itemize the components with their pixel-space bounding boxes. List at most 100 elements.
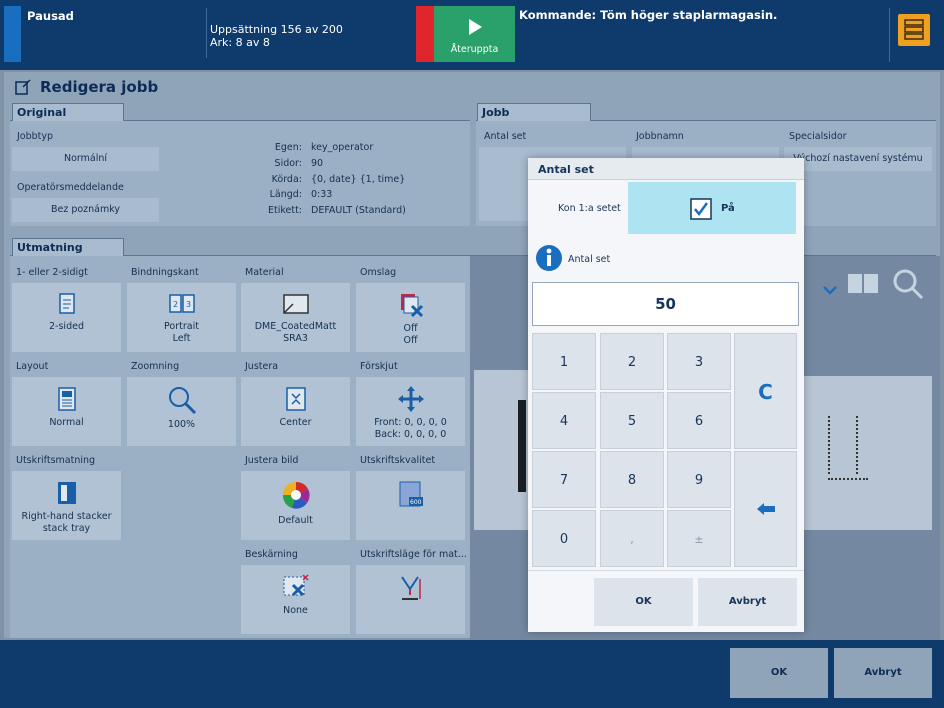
job-info-row: Längd: 0:33 <box>160 189 460 203</box>
output-setting-value: Normal <box>49 417 84 428</box>
svg-text:600: 600 <box>410 499 422 506</box>
output-setting-value2: Back: 0, 0, 0, 0 <box>374 429 447 440</box>
output-setting-tile[interactable]: 2 3 Portrait Left <box>127 283 236 352</box>
output-setting-label: Omslag <box>360 267 397 278</box>
backspace-button[interactable] <box>734 451 797 567</box>
collate-value: På <box>721 203 735 214</box>
jobtype-field[interactable]: Normální <box>12 147 159 171</box>
keypad-key[interactable]: 2 <box>600 333 664 390</box>
output-setting-tile[interactable]: Center <box>241 377 350 446</box>
operator-message-field[interactable]: Bez poznámky <box>12 198 159 222</box>
keypad-key[interactable]: 9 <box>667 451 731 508</box>
progress-sheets: Ark: 8 av 8 <box>210 36 270 49</box>
job-info-value: DEFAULT (Standard) <box>311 205 406 217</box>
output-setting-tile[interactable]: 2-sided <box>12 283 121 352</box>
print-quality-icon: 600 <box>356 479 465 509</box>
edit-icon <box>15 79 31 95</box>
collate-toggle[interactable]: På <box>628 182 796 234</box>
copies-label: Antal set <box>484 131 527 142</box>
dialog-title: Antal set <box>538 163 594 176</box>
job-info-key: Egen: <box>274 142 302 153</box>
dialog-ok-button[interactable]: OK <box>594 578 693 626</box>
output-setting-tile[interactable]: DME_CoatedMatt SRA3 <box>241 283 350 352</box>
keypad-key[interactable]: 4 <box>532 392 596 449</box>
job-info-row: Körda: {0, date} {1, time} <box>160 174 460 188</box>
zoom-icon <box>127 385 236 415</box>
output-setting-label: Utskriftskvalitet <box>360 455 436 466</box>
bottom-bar: OK Avbryt <box>0 640 944 708</box>
top-status-bar: Pausad Uppsättning 156 av 200 Ark: 8 av … <box>0 0 944 70</box>
output-setting-label: Justera bild <box>245 455 299 466</box>
job-info-value: {0, date} {1, time} <box>311 173 406 185</box>
copies-input[interactable]: 50 <box>532 282 799 326</box>
output-setting-label: Utskriftsläge för mat... <box>360 549 467 560</box>
keypad-key[interactable]: 7 <box>532 451 596 508</box>
layout-icon <box>12 385 121 413</box>
book-view-icon[interactable] <box>847 272 879 296</box>
output-setting-tile[interactable]: 100% <box>127 377 236 446</box>
tab-original[interactable]: Original <box>12 103 124 121</box>
output-setting-tile[interactable] <box>356 565 465 634</box>
keypad-key[interactable]: ± <box>667 510 731 567</box>
output-setting-tile[interactable]: Normal <box>12 377 121 446</box>
info-icon <box>536 245 562 271</box>
cover-icon <box>356 291 465 319</box>
output-setting-tile[interactable]: Default <box>241 471 350 540</box>
status-text: Pausad <box>27 9 74 23</box>
resume-label: Återuppta <box>450 44 499 55</box>
dialog-cancel-button[interactable]: Avbryt <box>698 578 797 626</box>
svg-text:2: 2 <box>173 300 178 309</box>
output-setting-value: None <box>283 605 308 616</box>
collate-label: Kon 1:a setet <box>558 203 621 214</box>
copies-dialog: Antal set Kon 1:a setet På Antal set 50 … <box>528 158 804 632</box>
tab-job[interactable]: Jobb <box>477 103 591 121</box>
shift-icon <box>356 385 465 413</box>
preview-page-left <box>474 370 530 530</box>
job-info-key: Etikett: <box>267 205 302 217</box>
output-setting-value: Center <box>279 417 312 428</box>
tab-output[interactable]: Utmatning <box>12 238 124 256</box>
chevron-down-icon[interactable] <box>822 284 838 296</box>
output-setting-value2: stack tray <box>42 523 91 534</box>
resume-button[interactable]: Återuppta <box>434 6 515 62</box>
clear-button[interactable]: C <box>734 333 797 449</box>
special-pages-field[interactable]: Výchozí nastavení systému <box>784 147 932 171</box>
media-icon <box>241 291 350 317</box>
job-info-row: Etikett: DEFAULT (Standard) <box>160 205 460 219</box>
job-info-key: Körda: <box>271 173 302 185</box>
keypad-key[interactable]: 3 <box>667 333 731 390</box>
output-setting-tile[interactable]: Off Off <box>356 283 465 352</box>
job-info-value: 0:33 <box>311 189 333 201</box>
output-setting-value: 100% <box>167 419 196 430</box>
keypad-key[interactable]: 5 <box>600 392 664 449</box>
output-setting-tile[interactable]: 600 <box>356 471 465 540</box>
footer-cancel-button[interactable]: Avbryt <box>834 648 932 698</box>
keypad-key[interactable]: 0 <box>532 510 596 567</box>
output-setting-label: 1- eller 2-sidigt <box>16 267 88 278</box>
output-setting-label: Justera <box>245 361 279 372</box>
job-info-key: Längd: <box>269 189 302 201</box>
stop-indicator[interactable] <box>416 6 434 62</box>
output-setting-label: Beskärning <box>245 549 298 560</box>
keypad-key[interactable]: 6 <box>667 392 731 449</box>
keypad-key[interactable]: 1 <box>532 333 596 390</box>
print-mode-icon <box>356 573 465 603</box>
checkbox-checked-icon <box>690 198 712 220</box>
output-setting-label: Material <box>245 267 284 278</box>
queue-icon[interactable] <box>898 14 930 46</box>
output-setting-label: Förskjut <box>360 361 398 372</box>
output-setting-tile[interactable]: None <box>241 565 350 634</box>
color-adjust-icon <box>241 479 350 511</box>
keypad-key[interactable]: 8 <box>600 451 664 508</box>
footer-ok-button[interactable]: OK <box>730 648 828 698</box>
output-setting-value: 2-sided <box>49 321 84 332</box>
output-setting-value2: SRA3 <box>283 333 308 344</box>
output-setting-tile[interactable]: Front: 0, 0, 0, 0 Back: 0, 0, 0, 0 <box>356 377 465 446</box>
output-setting-value: Portrait <box>164 321 199 332</box>
output-setting-value2: Left <box>172 333 191 344</box>
search-icon[interactable] <box>892 268 924 300</box>
output-setting-label: Bindningskant <box>131 267 199 278</box>
output-setting-tile[interactable]: Right-hand stacker stack tray <box>12 471 121 540</box>
keypad-key[interactable]: , <box>600 510 664 567</box>
align-icon <box>241 385 350 413</box>
